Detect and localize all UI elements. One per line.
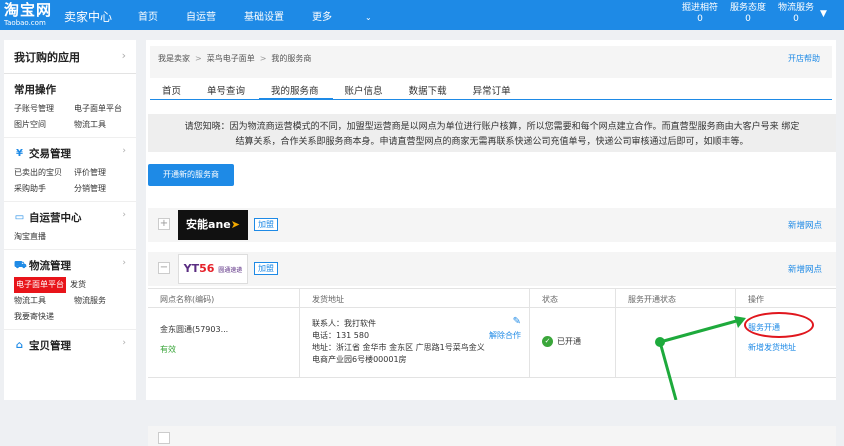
section-links: 电子面单平台 发货 物流工具 物流服务 我要寄快递 bbox=[14, 277, 136, 325]
section-title[interactable]: ▭ 自运营中心 bbox=[14, 210, 136, 225]
link-taobao-live[interactable]: 淘宝直播 bbox=[14, 229, 74, 245]
rating-logistics[interactable]: 物流服务 0 bbox=[772, 3, 820, 25]
top-nav: 首页 自运营 基础设置 更多 ⌄ bbox=[138, 8, 400, 23]
rating-service[interactable]: 服务态度 0 bbox=[724, 3, 772, 25]
rating-label: 物流服务 bbox=[777, 3, 814, 13]
section-links: 子账号管理 电子面单平台 图片空间 物流工具 bbox=[14, 101, 136, 133]
chevron-right-icon: › bbox=[121, 49, 126, 62]
bag-icon: ⌂ bbox=[15, 340, 24, 351]
link-subaccount[interactable]: 子账号管理 bbox=[14, 101, 74, 117]
seller-center-title[interactable]: 卖家中心 bbox=[64, 8, 112, 25]
link-ship[interactable]: 发货 bbox=[70, 277, 110, 293]
taobao-logo[interactable]: 淘宝网 Taobao.com bbox=[4, 2, 60, 28]
link-distribution[interactable]: 分销管理 bbox=[74, 181, 134, 197]
shop-ratings: 掘进相符 0 服务态度 0 物流服务 0 ▼ bbox=[676, 3, 834, 25]
rating-description[interactable]: 掘进相符 0 bbox=[676, 3, 724, 25]
section-title-text: 常用操作 bbox=[14, 84, 56, 96]
chevron-right-icon[interactable]: › bbox=[122, 338, 126, 348]
chevron-down-icon: ⌄ bbox=[365, 13, 372, 22]
link-reviews[interactable]: 评价管理 bbox=[74, 165, 134, 181]
section-title[interactable]: ⌂ 宝贝管理 bbox=[14, 338, 136, 353]
logo-sub: Taobao.com bbox=[4, 19, 46, 27]
rating-value: 0 bbox=[745, 14, 751, 24]
trade-icon: ¥ bbox=[16, 148, 23, 159]
section-items: ⌂ 宝贝管理 › bbox=[4, 330, 136, 361]
link-eorder-platform-active[interactable]: 电子面单平台 bbox=[14, 277, 66, 293]
arrow-line-upper bbox=[659, 318, 741, 344]
section-self-ops: ▭ 自运营中心 › 淘宝直播 bbox=[4, 202, 136, 250]
link-logistics-tools[interactable]: 物流工具 bbox=[74, 117, 134, 133]
nav-more[interactable]: 更多 ⌄ bbox=[312, 8, 400, 23]
section-title-text: 交易管理 bbox=[29, 148, 71, 160]
sidebar: 我订购的应用 › 常用操作 子账号管理 电子面单平台 图片空间 物流工具 ¥ 交易… bbox=[4, 40, 136, 400]
main-panel: 我是卖家 > 菜鸟电子面单 > 我的服务商 开店帮助 首页 单号查询 我的服务商 账户信… bbox=[146, 40, 836, 446]
nav-home[interactable]: 首页 bbox=[138, 8, 158, 23]
arrow-joint-dot bbox=[655, 337, 665, 347]
section-title-text: 物流管理 bbox=[29, 260, 71, 272]
top-bar: 淘宝网 Taobao.com 卖家中心 首页 自运营 基础设置 更多 ⌄ 掘进相符… bbox=[0, 0, 844, 30]
chevron-right-icon[interactable]: › bbox=[122, 210, 126, 220]
nav-basic-settings[interactable]: 基础设置 bbox=[244, 8, 284, 23]
link-logistics-service[interactable]: 物流服务 bbox=[74, 293, 134, 309]
rating-value: 0 bbox=[697, 14, 703, 24]
section-title-text: 宝贝管理 bbox=[29, 340, 71, 352]
section-title-text: 自运营中心 bbox=[29, 212, 82, 224]
link-logistics-tools[interactable]: 物流工具 bbox=[14, 293, 74, 309]
my-apps-label: 我订购的应用 bbox=[14, 51, 80, 64]
rating-label: 服务态度 bbox=[729, 3, 766, 13]
annotation-arrow bbox=[655, 316, 746, 400]
nav-self-operation[interactable]: 自运营 bbox=[186, 8, 216, 23]
section-title[interactable]: ⛟ 物流管理 bbox=[14, 258, 136, 273]
link-sold-items[interactable]: 已卖出的宝贝 bbox=[14, 165, 74, 181]
nav-more-label: 更多 bbox=[312, 12, 332, 23]
my-apps-header[interactable]: 我订购的应用 › bbox=[4, 40, 136, 74]
section-common: 常用操作 子账号管理 电子面单平台 图片空间 物流工具 bbox=[4, 74, 136, 138]
expand-toggle[interactable] bbox=[158, 432, 170, 444]
section-links: 已卖出的宝贝 评价管理 采购助手 分销管理 bbox=[14, 165, 136, 197]
section-title[interactable]: ¥ 交易管理 bbox=[14, 146, 136, 161]
section-logistics: ⛟ 物流管理 › 电子面单平台 发货 物流工具 物流服务 我要寄快递 bbox=[4, 250, 136, 330]
provider-row-third bbox=[148, 426, 836, 446]
link-purchase-assistant[interactable]: 采购助手 bbox=[14, 181, 74, 197]
link-send-express[interactable]: 我要寄快递 bbox=[14, 309, 74, 325]
truck-icon: ⛟ bbox=[14, 260, 27, 271]
section-title: 常用操作 bbox=[14, 82, 136, 97]
logo-brand: 淘宝网 bbox=[4, 1, 53, 19]
chevron-right-icon[interactable]: › bbox=[122, 146, 126, 156]
arrow-line-lower bbox=[658, 341, 678, 400]
rating-value: 0 bbox=[793, 14, 799, 24]
caret-down-icon[interactable]: ▼ bbox=[820, 3, 834, 25]
chevron-right-icon[interactable]: › bbox=[122, 258, 126, 268]
section-trade: ¥ 交易管理 › 已卖出的宝贝 评价管理 采购助手 分销管理 bbox=[4, 138, 136, 202]
rating-label: 掘进相符 bbox=[681, 3, 718, 13]
link-image-space[interactable]: 图片空间 bbox=[14, 117, 74, 133]
chat-icon: ▭ bbox=[14, 212, 25, 223]
link-eorder-platform[interactable]: 电子面单平台 bbox=[74, 101, 134, 117]
section-links: 淘宝直播 bbox=[14, 229, 136, 245]
